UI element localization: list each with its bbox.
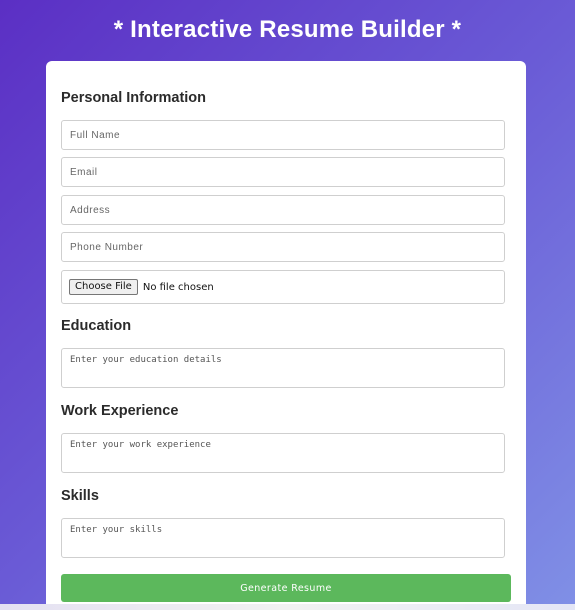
generate-resume-button[interactable]: Generate Resume: [61, 574, 511, 602]
education-heading: Education: [61, 318, 132, 334]
address-input[interactable]: [61, 195, 505, 225]
work-experience-heading: Work Experience: [61, 403, 179, 419]
email-input[interactable]: [61, 157, 505, 187]
full-name-input[interactable]: [61, 120, 505, 150]
personal-information-heading: Personal Information: [61, 90, 207, 106]
education-textarea[interactable]: [61, 348, 505, 388]
skills-textarea[interactable]: [61, 518, 505, 558]
resume-preview-edge: [0, 604, 575, 610]
work-experience-textarea[interactable]: [61, 433, 505, 473]
skills-heading: Skills: [61, 488, 99, 504]
page-title: * Interactive Resume Builder *: [113, 16, 462, 43]
phone-number-input[interactable]: [61, 232, 505, 262]
resume-form-card: Personal Information Choose File No file…: [46, 61, 526, 610]
file-status-text: No file chosen: [142, 281, 214, 293]
photo-file-picker: Choose File No file chosen: [61, 270, 505, 304]
choose-file-button[interactable]: Choose File: [69, 279, 138, 295]
